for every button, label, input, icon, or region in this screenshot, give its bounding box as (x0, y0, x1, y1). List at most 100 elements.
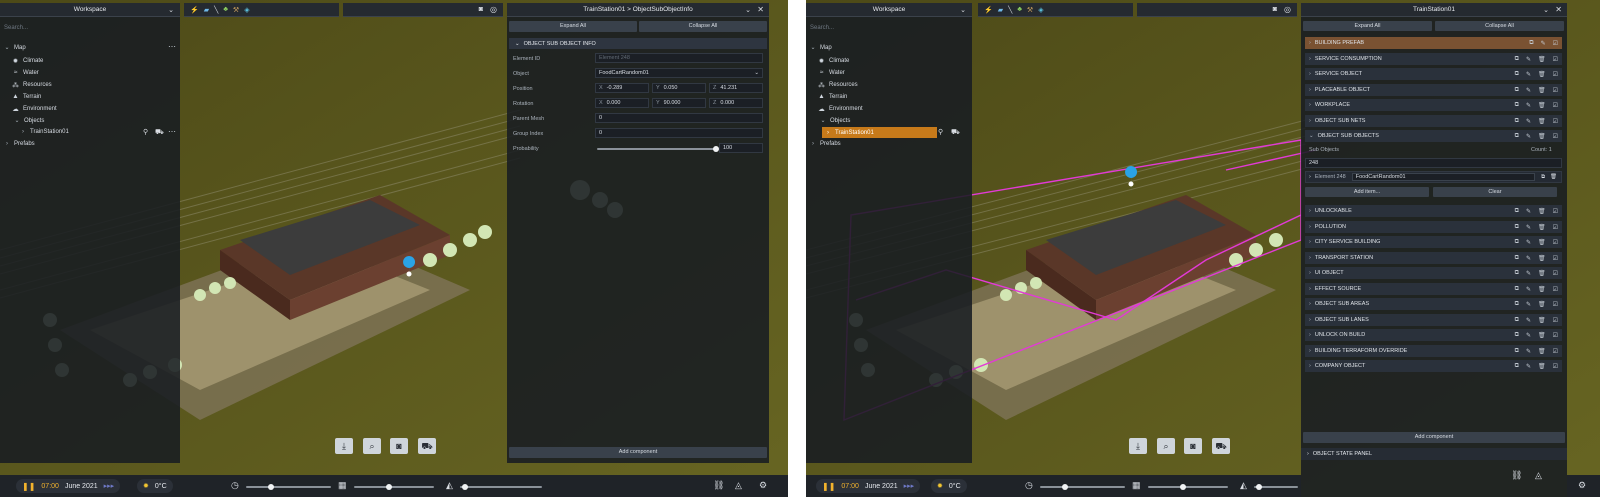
component-object-sub-objects[interactable]: ⌄ OBJECT SUB OBJECTS ⧉ ✎ 🗑 ☑ (1305, 130, 1562, 142)
checkbox-icon[interactable]: ☑ (1553, 270, 1558, 277)
locate-icon[interactable]: ⚲ (143, 128, 148, 136)
zap-icon[interactable]: ⚡ (190, 6, 199, 14)
pause-icon[interactable]: ❚❚ (22, 482, 35, 491)
element-value-field[interactable]: FoodCartRandom01 (1351, 173, 1535, 181)
slider-knob[interactable] (386, 484, 392, 490)
tree-item-climate[interactable]: ✹ Climate (818, 57, 850, 65)
checkbox-icon[interactable]: ☑ (1553, 363, 1558, 370)
copy-icon[interactable]: ⧉ (1515, 133, 1519, 140)
add-item-button[interactable]: Add item... (1305, 187, 1429, 197)
collapse-all-button[interactable]: Collapse All (1435, 21, 1564, 31)
rotation-z-field[interactable]: Z 0.000 (709, 98, 763, 108)
shovel-icon[interactable]: ⚒ (233, 6, 239, 14)
edit-icon[interactable]: ✎ (1526, 102, 1531, 109)
component-row[interactable]: › COMPANY OBJECT ⧉ ✎ 🗑 ☑ (1305, 360, 1562, 372)
edit-icon[interactable]: ✎ (1526, 317, 1531, 324)
component-service-consumption[interactable]: › SERVICE CONSUMPTION ⧉ ✎ 🗑 ☑ (1305, 53, 1562, 65)
probability-field[interactable]: 100 (719, 143, 763, 153)
calendar-icon[interactable]: ▦ (338, 480, 347, 491)
tutorial-icon[interactable]: ◬ (1535, 470, 1542, 481)
trash-icon[interactable]: 🗑 (1538, 286, 1546, 293)
checkbox-icon[interactable]: ☑ (1553, 40, 1558, 47)
tree-item-climate[interactable]: ✹ Climate (12, 57, 44, 65)
camera-icon[interactable]: ◙ (1273, 6, 1277, 13)
tree-item-terrain[interactable]: ▲ Terrain (818, 93, 847, 100)
edit-icon[interactable]: ✎ (1526, 348, 1531, 355)
locate-icon[interactable]: ⚲ (938, 128, 943, 136)
trash-icon[interactable]: 🗑 (1538, 332, 1546, 339)
add-component-button[interactable]: Add component (509, 447, 767, 458)
checkbox-icon[interactable]: ☑ (1553, 102, 1558, 109)
position-z-field[interactable]: Z 41.231 (709, 83, 763, 93)
more-icon[interactable]: ⋯ (168, 127, 176, 136)
component-workplace[interactable]: › WORKPLACE ⧉ ✎ 🗑 ☑ (1305, 99, 1562, 111)
shovel-icon[interactable]: ⚒ (1027, 6, 1033, 14)
element-row[interactable]: › Element 248 FoodCartRandom01 ⧉ 🗑 (1305, 171, 1562, 183)
group-index-field[interactable]: 0 (595, 128, 763, 138)
checkbox-icon[interactable]: ☑ (1553, 71, 1558, 78)
checkbox-icon[interactable]: ☑ (1553, 87, 1558, 94)
clock-icon[interactable]: ◷ (1025, 480, 1033, 491)
component-object-sub-nets[interactable]: › OBJECT SUB NETS ⧉ ✎ 🗑 ☑ (1305, 115, 1562, 127)
edit-icon[interactable]: ✎ (1526, 239, 1531, 246)
trash-icon[interactable]: 🗑 (1538, 133, 1546, 140)
water-tool-icon[interactable]: ◈ (1038, 6, 1043, 14)
date-slider[interactable] (354, 484, 434, 490)
chevron-down-icon[interactable]: ⌄ (168, 6, 174, 14)
tree-item-objects[interactable]: ⌄ Objects (820, 117, 850, 125)
link-icon[interactable]: ⛓ (1511, 470, 1522, 481)
tree-item-prefabs[interactable]: › Prefabs (4, 141, 35, 147)
copy-icon[interactable]: ⧉ (1515, 270, 1519, 277)
edit-icon[interactable]: ✎ (1526, 87, 1531, 94)
date-slider[interactable] (1148, 484, 1228, 490)
trash-icon[interactable]: 🗑 (1538, 270, 1546, 277)
edit-icon[interactable]: ✎ (1526, 118, 1531, 125)
chevron-down-icon[interactable]: ⌄ (1543, 6, 1549, 14)
settings-circle-icon[interactable]: ◎ (490, 5, 497, 14)
search-input[interactable]: Search... (810, 25, 834, 31)
copy-icon[interactable]: ⧉ (1515, 332, 1519, 339)
checkbox-icon[interactable]: ☑ (1553, 56, 1558, 63)
add-component-button[interactable]: Add component (1303, 432, 1565, 443)
checkbox-icon[interactable]: ☑ (1553, 348, 1558, 355)
copy-icon[interactable]: ⧉ (1515, 87, 1519, 94)
trash-icon[interactable]: 🗑 (1538, 224, 1546, 231)
component-row[interactable]: › UI OBJECT ⧉ ✎ 🗑 ☑ (1305, 267, 1562, 279)
expand-all-button[interactable]: Expand All (509, 21, 637, 32)
edit-icon[interactable]: ✎ (1526, 133, 1531, 140)
slider-knob[interactable] (1180, 484, 1186, 490)
copy-icon[interactable]: ⧉ (1529, 40, 1533, 47)
settings-circle-icon[interactable]: ◎ (1284, 5, 1291, 14)
probability-slider[interactable] (597, 146, 719, 152)
checkbox-icon[interactable]: ☑ (1553, 239, 1558, 246)
tree-item-objects[interactable]: ⌄ Objects (14, 117, 44, 125)
slider-knob[interactable] (1256, 484, 1262, 490)
camera-icon[interactable]: ◙ (479, 6, 483, 13)
trash-icon[interactable]: 🗑 (1550, 174, 1557, 180)
close-icon[interactable]: ✕ (1555, 5, 1562, 14)
tree-item-resources[interactable]: ⁂ Resources (12, 81, 51, 89)
tree-item-water[interactable]: ≈ Water (12, 69, 39, 76)
tree-icon[interactable]: ♣ (1017, 6, 1022, 13)
edit-icon[interactable]: ✎ (1541, 40, 1546, 47)
bulldoze-icon[interactable]: ⛟ (1212, 438, 1230, 454)
tree-item-trainstation-selected[interactable]: › TrainStation01 (822, 127, 937, 138)
copy-icon[interactable]: ⧉ (1515, 102, 1519, 109)
tree-item-environment[interactable]: ☁ Environment (12, 105, 56, 113)
rotation-y-field[interactable]: Y 90.000 (652, 98, 706, 108)
road-icon[interactable]: ╲ (214, 6, 218, 14)
link-icon[interactable]: ⛓ (713, 480, 724, 491)
edit-icon[interactable]: ✎ (1526, 224, 1531, 231)
bulldoze-icon[interactable]: ⛟ (418, 438, 436, 454)
trash-icon[interactable]: 🗑 (1538, 56, 1546, 63)
water-tool-icon[interactable]: ◈ (244, 6, 249, 14)
trash-icon[interactable]: 🗑 (1538, 317, 1546, 324)
parent-mesh-field[interactable]: 0 (595, 113, 763, 123)
copy-icon[interactable]: ⧉ (1515, 255, 1519, 262)
checkbox-icon[interactable]: ☑ (1553, 286, 1558, 293)
checkbox-icon[interactable]: ☑ (1553, 133, 1558, 140)
tree-item-terrain[interactable]: ▲ Terrain (12, 93, 41, 100)
camera-icon[interactable]: ◙ (1184, 438, 1202, 454)
edit-icon[interactable]: ✎ (1526, 71, 1531, 78)
tree-icon[interactable]: ♣ (223, 6, 228, 13)
